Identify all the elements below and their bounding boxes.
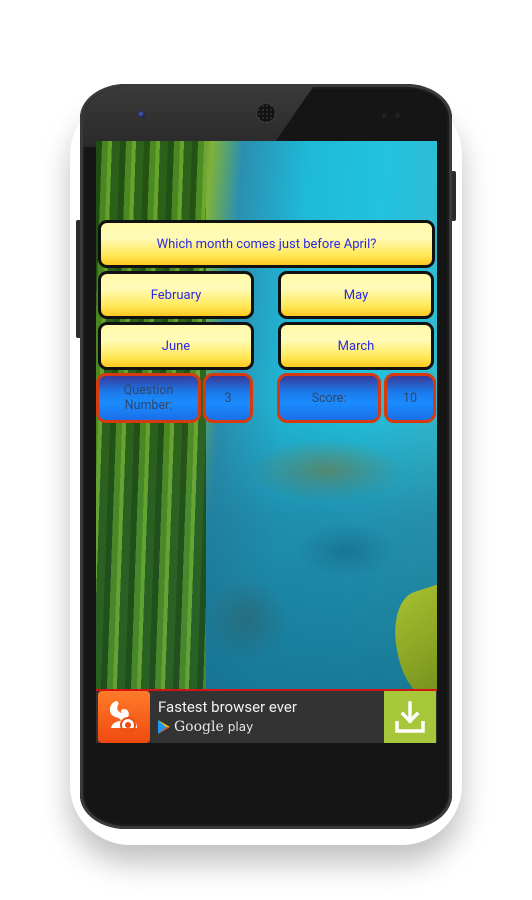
google-play-icon — [158, 720, 170, 734]
phone-sheen — [83, 87, 313, 147]
light-sensor — [395, 113, 400, 118]
answer-label: March — [337, 338, 375, 354]
answer-label: June — [161, 338, 191, 354]
answer-button-3[interactable]: June — [98, 322, 254, 370]
question-number-value: 3 — [203, 373, 253, 423]
uc-browser-squirrel-icon — [98, 691, 150, 743]
question-number-value-text: 3 — [224, 390, 232, 406]
answer-button-4[interactable]: March — [278, 322, 434, 370]
score-value-text: 10 — [402, 390, 418, 406]
score-value: 10 — [384, 373, 436, 423]
store-brand: Google — [174, 719, 224, 735]
answer-button-1[interactable]: February — [98, 271, 254, 319]
google-play-badge: Google play — [158, 719, 253, 735]
question-number-label-text: Question Number: — [123, 383, 174, 413]
store-suffix: play — [227, 720, 254, 734]
question-text: Which month comes just before April? — [156, 236, 377, 252]
score-label-text: Score: — [311, 390, 347, 406]
download-icon — [395, 701, 425, 733]
question-number-label: Question Number: — [96, 373, 201, 423]
answer-label: February — [150, 287, 202, 303]
app-screen: Which month comes just before April? Feb… — [96, 141, 437, 743]
ad-title: Fastest browser ever — [158, 698, 297, 716]
question-box: Which month comes just before April? — [98, 220, 435, 268]
score-label: Score: — [277, 373, 381, 423]
download-button[interactable] — [384, 691, 436, 743]
answer-button-2[interactable]: May — [278, 271, 434, 319]
front-camera-icon — [138, 111, 145, 118]
earpiece-speaker-icon — [257, 104, 275, 122]
proximity-sensor — [382, 113, 387, 118]
answer-label: May — [343, 287, 369, 303]
ad-banner[interactable]: Fastest browser ever Google play — [96, 689, 437, 743]
